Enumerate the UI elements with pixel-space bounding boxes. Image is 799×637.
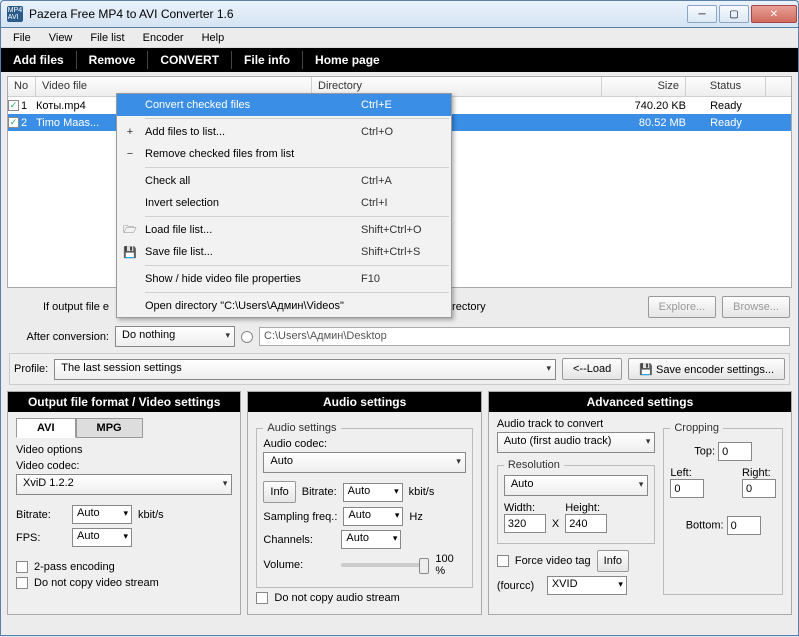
crop-top[interactable] bbox=[718, 442, 752, 461]
force-tag-checkbox[interactable] bbox=[497, 555, 509, 567]
tab-avi[interactable]: AVI bbox=[16, 418, 76, 438]
toolbar: Add files Remove CONVERT File info Home … bbox=[1, 48, 798, 72]
context-menu-item[interactable]: +Add files to list...Ctrl+O bbox=[117, 121, 451, 143]
video-codec-combo[interactable]: XviD 1.2.2 bbox=[16, 474, 232, 495]
file-list[interactable]: No Video file Directory Size Status ✓1 К… bbox=[7, 76, 792, 288]
video-codec-label: Video codec: bbox=[16, 460, 232, 472]
dest-path-field[interactable]: C:\Users\Админ\Desktop bbox=[259, 327, 790, 346]
video-bitrate-combo[interactable]: Auto bbox=[72, 505, 132, 524]
track-combo[interactable]: Auto (first audio track) bbox=[497, 432, 656, 453]
titlebar: MP4AVI Pazera Free MP4 to AVI Converter … bbox=[0, 0, 799, 28]
context-menu-item[interactable]: Open directory "C:\Users\Админ\Videos" bbox=[117, 295, 451, 317]
cropping-legend: Cropping bbox=[670, 422, 723, 434]
context-menu-item[interactable]: Invert selectionCtrl+I bbox=[117, 192, 451, 214]
video-panel: Output file format / Video settings AVI … bbox=[7, 391, 241, 615]
menu-filelist[interactable]: File list bbox=[82, 30, 132, 46]
bitrate-label: Bitrate: bbox=[16, 509, 66, 521]
audio-info-button[interactable]: Info bbox=[263, 481, 295, 503]
dest-radio[interactable] bbox=[241, 331, 253, 343]
menu-file[interactable]: File bbox=[5, 30, 39, 46]
save-encoder-button[interactable]: 💾 Save encoder settings... bbox=[628, 358, 785, 380]
tab-mpg[interactable]: MPG bbox=[76, 418, 143, 438]
maximize-button[interactable]: ▢ bbox=[719, 5, 749, 23]
row-checkbox[interactable]: ✓ bbox=[8, 100, 19, 111]
sampling-combo[interactable]: Auto bbox=[343, 507, 403, 526]
track-label: Audio track to convert bbox=[497, 418, 656, 430]
channels-combo[interactable]: Auto bbox=[341, 530, 401, 549]
col-no[interactable]: No bbox=[8, 77, 36, 96]
context-menu-item[interactable]: Check allCtrl+A bbox=[117, 170, 451, 192]
context-menu-item[interactable]: Convert checked filesCtrl+E bbox=[117, 94, 451, 116]
file-info-button[interactable]: File info bbox=[232, 49, 302, 71]
crop-right[interactable] bbox=[742, 479, 776, 498]
volume-slider[interactable] bbox=[341, 563, 429, 567]
context-menu: Convert checked filesCtrl+E +Add files to… bbox=[116, 93, 452, 318]
crop-left[interactable] bbox=[670, 479, 704, 498]
profile-combo[interactable]: The last session settings bbox=[54, 359, 556, 380]
minimize-button[interactable]: ─ bbox=[687, 5, 717, 23]
audio-panel-title: Audio settings bbox=[248, 392, 480, 412]
remove-button[interactable]: Remove bbox=[77, 49, 148, 71]
after-conversion-label: After conversion: bbox=[9, 331, 109, 343]
height-input[interactable] bbox=[565, 514, 607, 533]
fps-label: FPS: bbox=[16, 532, 66, 544]
channels-label: Channels: bbox=[263, 534, 335, 546]
browse-button[interactable]: Browse... bbox=[722, 296, 790, 318]
after-conversion-combo[interactable]: Do nothing bbox=[115, 326, 235, 347]
resolution-combo[interactable]: Auto bbox=[504, 475, 649, 496]
profile-label: Profile: bbox=[14, 363, 48, 375]
menubar: File View File list Encoder Help bbox=[1, 28, 798, 48]
audio-bitrate-combo[interactable]: Auto bbox=[343, 483, 403, 502]
row-checkbox[interactable]: ✓ bbox=[8, 117, 19, 128]
app-icon: MP4AVI bbox=[7, 6, 23, 22]
fps-combo[interactable]: Auto bbox=[72, 528, 132, 547]
crop-bottom[interactable] bbox=[727, 516, 761, 535]
explore-button[interactable]: Explore... bbox=[648, 296, 716, 318]
convert-button[interactable]: CONVERT bbox=[148, 49, 231, 71]
audio-settings-legend: Audio settings bbox=[263, 422, 340, 434]
if-exists-label: If output file e bbox=[9, 301, 109, 313]
fourcc-info-button[interactable]: Info bbox=[597, 550, 629, 572]
video-panel-title: Output file format / Video settings bbox=[8, 392, 240, 412]
context-menu-item[interactable]: Show / hide video file propertiesF10 bbox=[117, 268, 451, 290]
window-title: Pazera Free MP4 to AVI Converter 1.6 bbox=[29, 7, 686, 21]
sampling-label: Sampling freq.: bbox=[263, 511, 337, 523]
col-size[interactable]: Size bbox=[602, 77, 686, 96]
load-profile-button[interactable]: <--Load bbox=[562, 358, 622, 380]
col-status[interactable]: Status bbox=[686, 77, 766, 96]
context-menu-item[interactable]: 🗁Load file list...Shift+Ctrl+O bbox=[117, 219, 451, 241]
close-button[interactable]: ✕ bbox=[751, 5, 797, 23]
audio-codec-combo[interactable]: Auto bbox=[263, 452, 465, 473]
advanced-panel: Advanced settings Audio track to convert… bbox=[488, 391, 792, 615]
menu-encoder[interactable]: Encoder bbox=[135, 30, 192, 46]
context-menu-item[interactable]: 💾Save file list...Shift+Ctrl+S bbox=[117, 241, 451, 263]
menu-help[interactable]: Help bbox=[194, 30, 233, 46]
advanced-panel-title: Advanced settings bbox=[489, 392, 791, 412]
video-options-label: Video options bbox=[16, 444, 232, 456]
audio-panel: Audio settings Audio settings Audio code… bbox=[247, 391, 481, 615]
fourcc-combo[interactable]: XVID bbox=[547, 576, 627, 595]
width-input[interactable] bbox=[504, 514, 546, 533]
home-page-button[interactable]: Home page bbox=[303, 49, 392, 71]
context-menu-item[interactable]: −Remove checked files from list bbox=[117, 143, 451, 165]
no-copy-audio-checkbox[interactable] bbox=[256, 592, 268, 604]
resolution-legend: Resolution bbox=[504, 459, 564, 471]
no-copy-video-checkbox[interactable] bbox=[16, 577, 28, 589]
volume-label: Volume: bbox=[263, 559, 335, 571]
audio-codec-label: Audio codec: bbox=[263, 438, 465, 450]
menu-view[interactable]: View bbox=[41, 30, 81, 46]
add-files-button[interactable]: Add files bbox=[1, 49, 76, 71]
two-pass-checkbox[interactable] bbox=[16, 561, 28, 573]
